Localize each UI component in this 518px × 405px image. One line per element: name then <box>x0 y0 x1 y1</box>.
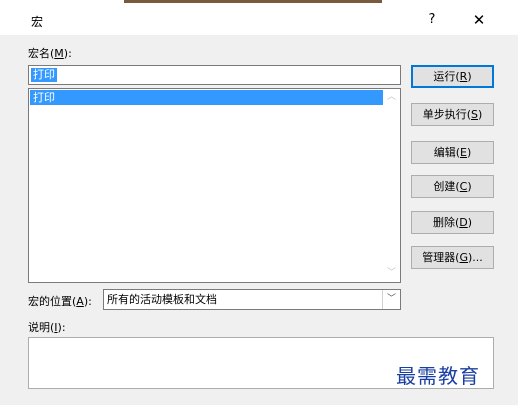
list-item[interactable]: 打印 <box>30 90 385 105</box>
chevron-down-icon[interactable]: ﹀ <box>382 290 400 309</box>
macro-location-value: 所有的活动模板和文档 <box>107 293 217 306</box>
macros-dialog: 宏 ? ✕ 宏名(M): 打印 打印 ︿ ﹀ 运行(R) 单步执行(S) 编辑(… <box>0 3 518 405</box>
dialog-title: 宏 <box>31 15 44 29</box>
organizer-button[interactable]: 管理器(G)... <box>411 246 494 269</box>
create-button[interactable]: 创建(C) <box>411 175 494 198</box>
close-icon[interactable]: ✕ <box>466 9 492 31</box>
edit-button[interactable]: 编辑(E) <box>411 141 494 164</box>
macro-name-label: 宏名(M): <box>28 47 72 60</box>
macro-location-select[interactable]: 所有的活动模板和文档 ﹀ <box>103 289 401 310</box>
delete-button[interactable]: 删除(D) <box>411 211 494 234</box>
run-button[interactable]: 运行(R) <box>411 65 494 88</box>
list-scrollbar[interactable]: ︿ ﹀ <box>383 89 400 282</box>
watermark-text: 最需教育 <box>396 364 480 388</box>
macro-name-input[interactable]: 打印 <box>28 65 401 85</box>
help-icon[interactable]: ? <box>420 9 444 31</box>
description-label: 说明(I): <box>28 321 66 334</box>
macro-location-label: 宏的位置(A): <box>28 295 92 308</box>
step-into-button[interactable]: 单步执行(S) <box>411 103 494 126</box>
scroll-up-icon[interactable]: ︿ <box>383 89 400 106</box>
scroll-down-icon[interactable]: ﹀ <box>383 265 400 282</box>
macro-list[interactable]: 打印 ︿ ﹀ <box>28 88 401 283</box>
dialog-titlebar: 宏 ? ✕ <box>0 3 518 35</box>
macro-name-value: 打印 <box>31 68 57 82</box>
